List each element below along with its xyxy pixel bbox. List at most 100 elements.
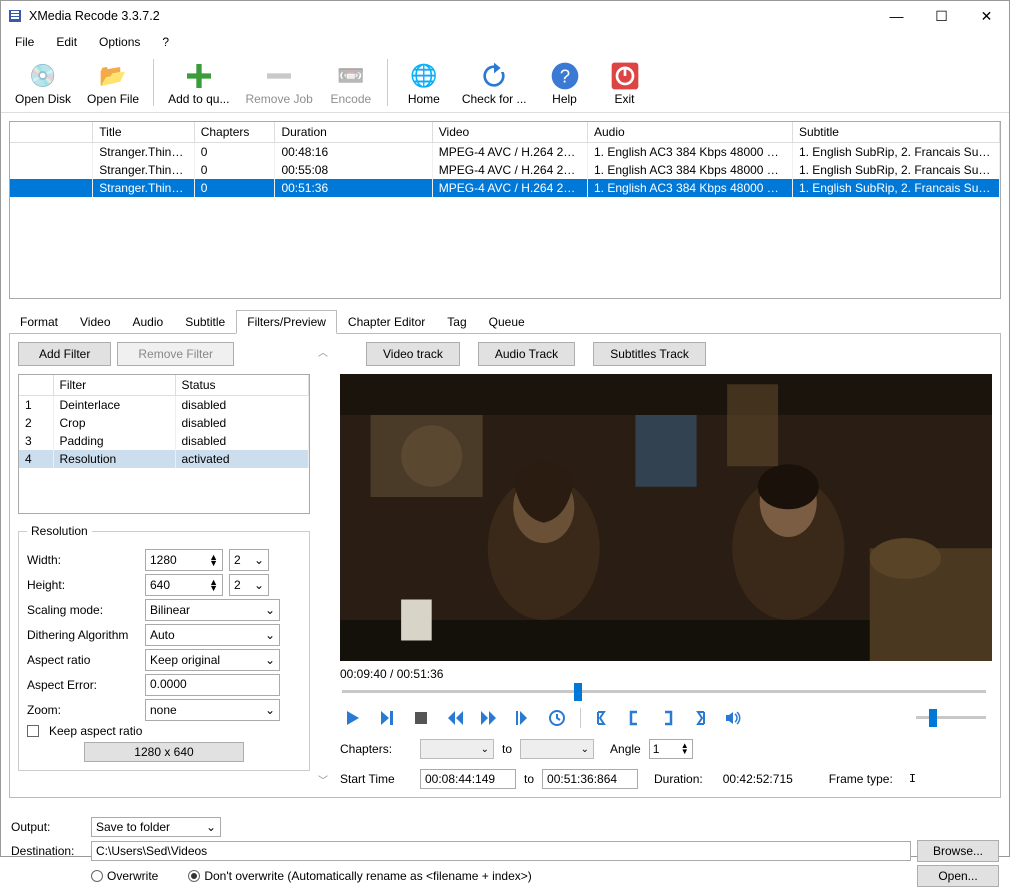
filter-row[interactable]: 2Cropdisabled (19, 414, 309, 432)
chapter-to-select[interactable]: ⌄ (520, 739, 594, 759)
file-row[interactable]: Stranger.Things...000:51:36MPEG-4 AVC / … (10, 179, 1000, 197)
refresh-icon (478, 60, 510, 92)
plus-icon (183, 60, 215, 92)
rewind-button[interactable] (444, 707, 466, 729)
expand-down-icon[interactable]: ﹀ (318, 772, 328, 787)
tabs: Format Video Audio Subtitle Filters/Prev… (9, 309, 1001, 334)
tab-audio[interactable]: Audio (122, 310, 175, 334)
file-row[interactable]: Stranger.Things...000:55:08MPEG-4 AVC / … (10, 161, 1000, 179)
menubar: File Edit Options ? (1, 31, 1009, 53)
open-file-button[interactable]: 📂Open File (79, 55, 147, 110)
height-spinner[interactable]: 640▲▼ (145, 574, 223, 596)
tab-tag[interactable]: Tag (436, 310, 477, 334)
filters-panel: Add Filter Remove Filter FilterStatus 1D… (9, 334, 1001, 798)
resolution-group: Resolution Width: 1280▲▼ 2⌄ Height: 640▲… (18, 524, 310, 771)
video-preview (340, 374, 992, 661)
aspect-select[interactable]: Keep original⌄ (145, 649, 280, 671)
open-button[interactable]: Open... (917, 865, 999, 887)
stop-button[interactable] (410, 707, 432, 729)
tab-format[interactable]: Format (9, 310, 69, 334)
overwrite-radio[interactable]: Overwrite (91, 869, 158, 883)
chapter-from-select[interactable]: ⌄ (420, 739, 494, 759)
bracket-in-button[interactable] (625, 707, 645, 729)
check-update-button[interactable]: Check for ... (454, 55, 535, 110)
dither-select[interactable]: Auto⌄ (145, 624, 280, 646)
col-video[interactable]: Video (432, 122, 587, 143)
tab-filters[interactable]: Filters/Preview (236, 310, 337, 334)
col-title[interactable]: Title (93, 122, 194, 143)
end-time-field[interactable]: 00:51:36:864 (542, 769, 638, 789)
seek-slider[interactable] (342, 683, 986, 701)
mark-out-button[interactable] (689, 707, 709, 729)
dimension-button[interactable]: 1280 x 640 (84, 742, 244, 762)
browse-button[interactable]: Browse... (917, 840, 999, 862)
mark-in-button[interactable] (593, 707, 613, 729)
filter-row[interactable]: 4Resolutionactivated (19, 450, 309, 468)
open-disk-button[interactable]: 💿Open Disk (7, 55, 79, 110)
angle-spinner[interactable]: 1▲▼ (649, 739, 693, 759)
scaling-select[interactable]: Bilinear⌄ (145, 599, 280, 621)
output-section: Output: Save to folder⌄ Destination: C:\… (1, 806, 1009, 894)
next-button[interactable] (376, 707, 398, 729)
add-queue-button[interactable]: Add to qu... (160, 55, 237, 110)
minus-icon (263, 60, 295, 92)
minimize-button[interactable]: — (874, 1, 919, 31)
encode-icon: 📼 (335, 60, 367, 92)
encode-button: 📼Encode (321, 55, 381, 110)
file-row[interactable]: Stranger.Things...000:48:16MPEG-4 AVC / … (10, 143, 1000, 162)
clock-button[interactable] (546, 707, 568, 729)
resolution-legend: Resolution (27, 524, 92, 538)
filter-row[interactable]: 1Deinterlacedisabled (19, 396, 309, 415)
audio-track-button[interactable]: Audio Track (478, 342, 575, 366)
tab-queue[interactable]: Queue (478, 310, 536, 334)
keep-aspect-checkbox[interactable] (27, 725, 39, 737)
remove-filter-button: Remove Filter (117, 342, 234, 366)
aspect-error-field[interactable]: 0.0000 (145, 674, 280, 696)
col-chapters[interactable]: Chapters (194, 122, 275, 143)
bracket-out-button[interactable] (657, 707, 677, 729)
close-button[interactable]: ✕ (964, 1, 1009, 31)
menu-help[interactable]: ? (152, 33, 179, 51)
menu-edit[interactable]: Edit (46, 33, 87, 51)
titlebar: XMedia Recode 3.3.7.2 — ☐ ✕ (1, 1, 1009, 31)
tab-video[interactable]: Video (69, 310, 121, 334)
menu-options[interactable]: Options (89, 33, 150, 51)
col-subtitle[interactable]: Subtitle (792, 122, 999, 143)
step-button[interactable] (512, 707, 534, 729)
disk-icon: 💿 (27, 60, 59, 92)
width-spinner[interactable]: 1280▲▼ (145, 549, 223, 571)
col-audio[interactable]: Audio (588, 122, 793, 143)
help-icon: ? (549, 60, 581, 92)
no-overwrite-radio[interactable]: Don't overwrite (Automatically rename as… (188, 869, 531, 883)
output-select[interactable]: Save to folder⌄ (91, 817, 221, 837)
window-title: XMedia Recode 3.3.7.2 (29, 9, 874, 23)
col-duration[interactable]: Duration (275, 122, 432, 143)
maximize-button[interactable]: ☐ (919, 1, 964, 31)
filter-row[interactable]: 3Paddingdisabled (19, 432, 309, 450)
destination-field[interactable]: C:\Users\Sed\Videos (91, 841, 911, 861)
filter-list[interactable]: FilterStatus 1Deinterlacedisabled 2Cropd… (18, 374, 310, 514)
tab-chapter[interactable]: Chapter Editor (337, 310, 436, 334)
start-time-field[interactable]: 00:08:44:149 (420, 769, 516, 789)
width-factor-select[interactable]: 2⌄ (229, 549, 269, 571)
height-factor-select[interactable]: 2⌄ (229, 574, 269, 596)
folder-icon: 📂 (97, 60, 129, 92)
expand-up-icon[interactable]: ︿ (318, 344, 328, 359)
video-track-button[interactable]: Video track (366, 342, 460, 366)
remove-job-button: Remove Job (237, 55, 320, 110)
tab-subtitle[interactable]: Subtitle (174, 310, 236, 334)
volume-button[interactable] (721, 707, 743, 729)
help-button[interactable]: ?Help (535, 55, 595, 110)
play-button[interactable] (342, 707, 364, 729)
add-filter-button[interactable]: Add Filter (18, 342, 111, 366)
app-icon (7, 8, 23, 24)
menu-file[interactable]: File (5, 33, 44, 51)
globe-icon: 🌐 (408, 60, 440, 92)
exit-button[interactable]: Exit (595, 55, 655, 110)
home-button[interactable]: 🌐Home (394, 55, 454, 110)
zoom-select[interactable]: none⌄ (145, 699, 280, 721)
file-list[interactable]: Title Chapters Duration Video Audio Subt… (9, 121, 1001, 299)
subtitles-track-button[interactable]: Subtitles Track (593, 342, 706, 366)
volume-slider[interactable] (916, 709, 986, 727)
forward-button[interactable] (478, 707, 500, 729)
